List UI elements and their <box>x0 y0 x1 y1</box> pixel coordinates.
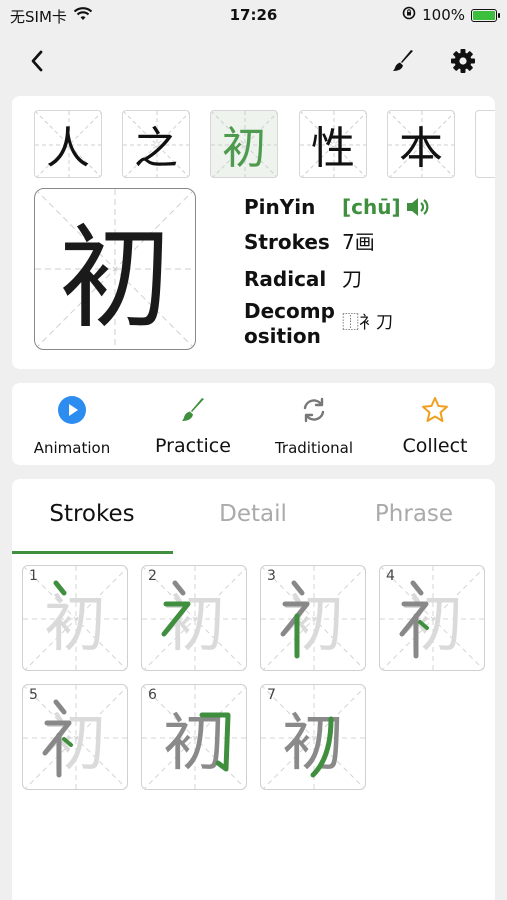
play-circle-icon <box>58 396 86 424</box>
back-button[interactable] <box>22 46 52 76</box>
settings-button[interactable] <box>448 46 478 76</box>
decomposition-label-line2: osition <box>244 324 321 348</box>
stroke-step-card[interactable]: 初 6 <box>141 684 247 790</box>
pinyin-label: PinYin <box>244 195 316 219</box>
stroke-step-card[interactable]: 初 2 <box>141 565 247 671</box>
radical-label: Radical <box>244 267 327 291</box>
gear-icon <box>451 49 475 73</box>
stroke-step-card[interactable]: 初 5 <box>22 684 128 790</box>
tile-character: 初 <box>222 123 266 174</box>
stroke-step-number: 7 <box>267 687 276 703</box>
current-stroke-highlight <box>161 580 191 637</box>
chevron-left-icon <box>31 50 43 72</box>
char-tile[interactable]: 之 <box>122 110 190 178</box>
large-character-box[interactable]: 初 <box>34 188 196 350</box>
speaker-icon[interactable] <box>405 196 431 222</box>
stroke-step-number: 5 <box>29 687 38 703</box>
large-character: 初 <box>59 214 171 344</box>
nav-bar <box>0 38 507 84</box>
strokes-card: Strokes Detail Phrase 初 1 初 2 初 3 初 4 初 … <box>12 479 495 900</box>
practice-button[interactable]: Practice <box>133 383 253 465</box>
stroke-step-number: 3 <box>267 568 276 584</box>
refresh-icon <box>303 397 325 423</box>
orientation-lock-icon <box>402 6 416 24</box>
current-stroke-highlight <box>399 580 429 659</box>
strokes-value: 7画 <box>342 230 375 254</box>
char-tile[interactable]: 本 <box>387 110 455 178</box>
stroke-step-card[interactable]: 初 7 <box>260 684 366 790</box>
status-bar: 无SIM卡 17:26 100% <box>0 0 507 30</box>
current-stroke-highlight <box>199 712 231 772</box>
battery-percent: 100% <box>422 6 465 24</box>
strokes-label: Strokes <box>244 230 330 254</box>
decomposition-label-line1: Decomp <box>244 299 335 323</box>
traditional-button[interactable]: Traditional <box>254 383 374 465</box>
current-stroke-highlight <box>42 699 73 778</box>
stroke-step-card[interactable]: 初 1 <box>22 565 128 671</box>
star-icon <box>422 397 448 422</box>
tab-indicator <box>12 551 173 554</box>
current-stroke-highlight <box>310 716 334 778</box>
stroke-step-card[interactable]: 初 4 <box>379 565 485 671</box>
brush-button[interactable] <box>388 46 418 76</box>
char-tile-selected[interactable]: 初 <box>210 110 278 178</box>
char-tile[interactable]: 性 <box>299 110 367 178</box>
character-card: 人 之 初 性 本 初 PinYin [chū] Strokes 7画 Radi… <box>12 96 495 369</box>
tile-character: 本 <box>399 123 443 174</box>
char-tile-partial[interactable] <box>475 110 495 178</box>
tab-strokes[interactable]: Strokes <box>12 501 172 527</box>
current-stroke-highlight <box>280 580 310 659</box>
traditional-label: Traditional <box>274 439 354 457</box>
stroke-step-card[interactable]: 初 3 <box>260 565 366 671</box>
stroke-step-number: 1 <box>29 568 38 584</box>
stroke-step-number: 6 <box>148 687 157 703</box>
animation-label: Animation <box>33 439 111 457</box>
practice-label: Practice <box>155 435 231 457</box>
current-stroke-highlight <box>53 580 67 596</box>
actions-card: Animation Practice Traditional Collect <box>12 383 495 465</box>
battery-icon <box>471 8 500 22</box>
brush-icon <box>393 50 413 71</box>
radical-value: 刀 <box>342 267 362 291</box>
collect-button[interactable]: Collect <box>375 383 495 465</box>
animation-button[interactable]: Animation <box>12 383 132 465</box>
tile-character: 人 <box>46 123 90 174</box>
tab-detail[interactable]: Detail <box>173 501 333 527</box>
decomposition-value: ⿰衤刀 <box>342 313 393 333</box>
char-tile[interactable]: 人 <box>34 110 102 178</box>
stroke-step-number: 2 <box>148 568 157 584</box>
stroke-step-number: 4 <box>386 568 395 584</box>
tile-character: 性 <box>311 123 355 174</box>
brush-icon <box>182 398 204 421</box>
tile-character: 之 <box>134 123 178 174</box>
collect-label: Collect <box>402 435 468 457</box>
tab-phrase[interactable]: Phrase <box>334 501 494 527</box>
pinyin-value: [chū] <box>342 195 401 219</box>
